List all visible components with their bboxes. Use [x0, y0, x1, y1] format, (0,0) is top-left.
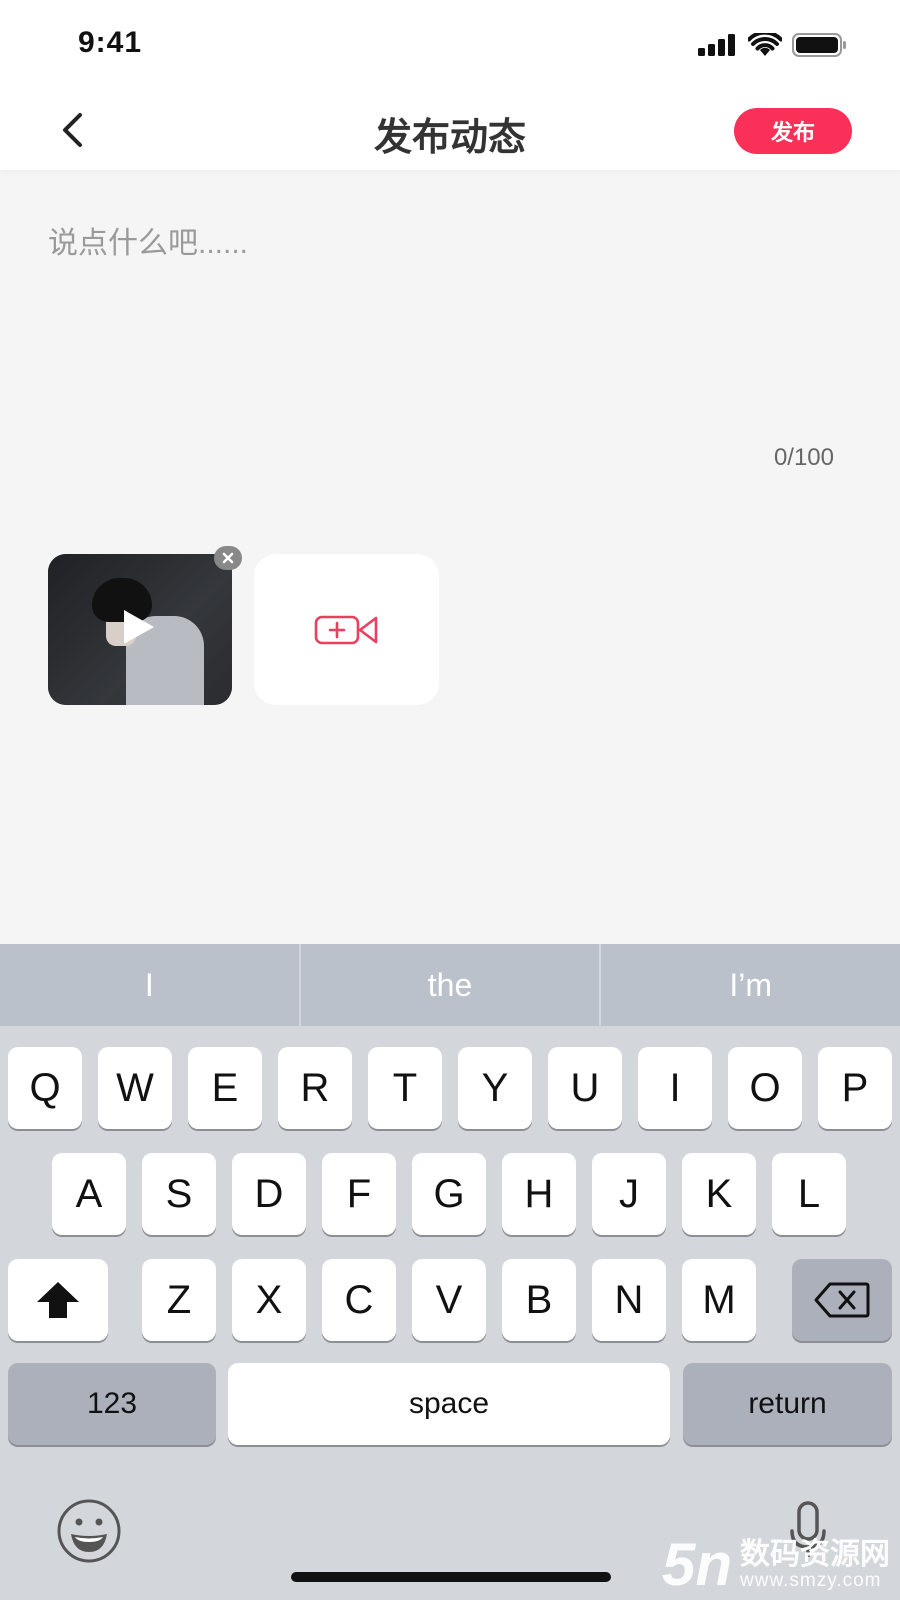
suggestion-item[interactable]: I [0, 944, 301, 1026]
key-e[interactable]: E [188, 1047, 262, 1129]
key-i[interactable]: I [638, 1047, 712, 1129]
key-y[interactable]: Y [458, 1047, 532, 1129]
key-d[interactable]: D [232, 1153, 306, 1235]
character-counter: 0/100 [773, 444, 834, 471]
key-c[interactable]: C [322, 1259, 396, 1341]
key-t[interactable]: T [368, 1047, 442, 1129]
key-g[interactable]: G [412, 1153, 486, 1235]
key-f[interactable]: F [322, 1153, 396, 1235]
key-r[interactable]: R [278, 1047, 352, 1129]
key-z[interactable]: Z [142, 1259, 216, 1341]
compose-input[interactable] [48, 218, 852, 438]
numbers-key[interactable]: 123 [8, 1363, 216, 1445]
emoji-button[interactable] [54, 1496, 124, 1566]
signal-icon [698, 34, 735, 56]
watermark-logo: 5n [661, 1531, 732, 1598]
key-u[interactable]: U [548, 1047, 622, 1129]
key-o[interactable]: O [728, 1047, 802, 1129]
suggestion-bar: I the I’m [0, 944, 900, 1026]
play-icon[interactable] [124, 610, 154, 644]
watermark-name: 数码资源网 [740, 1537, 890, 1571]
backspace-icon [814, 1282, 870, 1318]
home-indicator[interactable] [291, 1572, 611, 1582]
return-key[interactable]: return [683, 1363, 892, 1445]
nav-bar: 发布动态 发布 [0, 90, 900, 170]
key-w[interactable]: W [98, 1047, 172, 1129]
status-icons [698, 33, 848, 57]
key-b[interactable]: B [502, 1259, 576, 1341]
key-h[interactable]: H [502, 1153, 576, 1235]
video-add-icon [314, 615, 377, 644]
watermark: 5n 数码资源网 www.smzy.com [662, 1530, 890, 1599]
key-p[interactable]: P [818, 1047, 892, 1129]
shift-icon [37, 1282, 79, 1318]
key-n[interactable]: N [592, 1259, 666, 1341]
shift-key[interactable] [8, 1259, 108, 1341]
status-bar: 9:41 [0, 0, 900, 90]
key-k[interactable]: K [682, 1153, 756, 1235]
battery-icon [792, 33, 846, 57]
status-time: 9:41 [78, 26, 143, 59]
key-s[interactable]: S [142, 1153, 216, 1235]
remove-media-button[interactable] [214, 546, 242, 570]
publish-button[interactable]: 发布 [734, 108, 852, 154]
key-x[interactable]: X [232, 1259, 306, 1341]
close-icon [222, 552, 234, 564]
key-m[interactable]: M [682, 1259, 756, 1341]
key-l[interactable]: L [772, 1153, 846, 1235]
emoji-icon [57, 1499, 121, 1563]
backspace-key[interactable] [792, 1259, 892, 1341]
video-thumbnail[interactable] [48, 554, 232, 705]
wifi-icon [748, 33, 782, 56]
key-v[interactable]: V [412, 1259, 486, 1341]
suggestion-item[interactable]: the [301, 944, 602, 1026]
key-a[interactable]: A [52, 1153, 126, 1235]
watermark-url: www.smzy.com [740, 1569, 882, 1591]
suggestion-item[interactable]: I’m [601, 944, 900, 1026]
add-video-button[interactable] [254, 554, 439, 705]
space-key[interactable]: space [228, 1363, 670, 1445]
key-j[interactable]: J [592, 1153, 666, 1235]
key-q[interactable]: Q [8, 1047, 82, 1129]
